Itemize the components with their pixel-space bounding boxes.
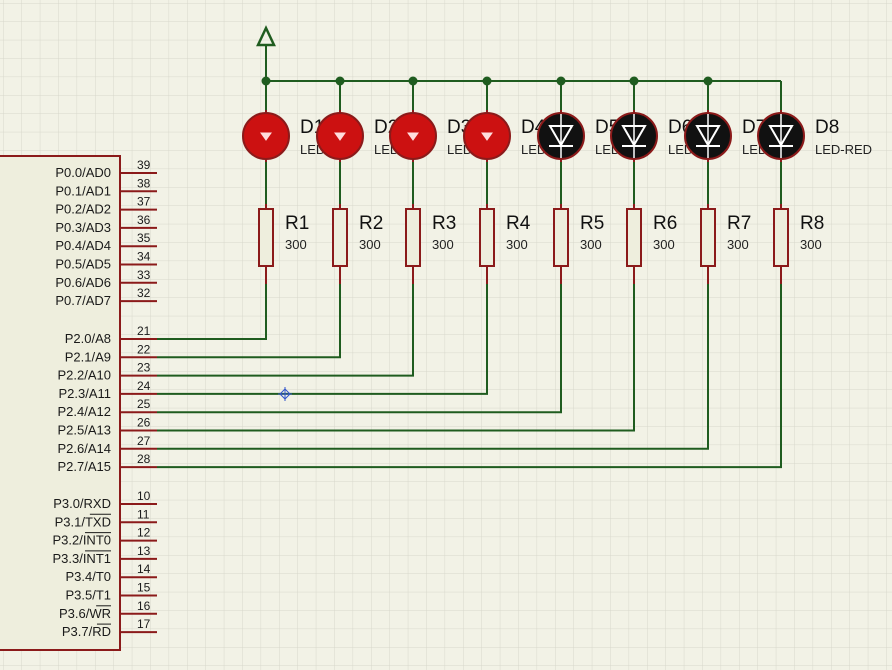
- pin-name: P0.7/AD7: [55, 293, 111, 308]
- pin-name: P3.1/TXD: [55, 514, 111, 529]
- pin-name: P2.0/A8: [65, 331, 111, 346]
- pin-name: P3.4/T0: [65, 569, 111, 584]
- resistor-body: [700, 208, 716, 267]
- pin-name: P2.5/A13: [58, 423, 112, 438]
- resistor-ref: R6: [653, 213, 677, 234]
- resistor-body: [332, 208, 348, 267]
- pin-name: P3.3/INT1: [52, 551, 111, 566]
- led-value: LED-RED: [815, 142, 872, 157]
- pin-name: P2.4/A12: [58, 404, 112, 419]
- resistor-ref: R8: [800, 213, 824, 234]
- pin-number: 35: [137, 231, 151, 245]
- pin-name: P0.3/AD3: [55, 220, 111, 235]
- resistor-value: 300: [359, 237, 381, 252]
- pin-name: P2.2/A10: [58, 368, 112, 383]
- resistor-ref: R5: [580, 213, 604, 234]
- pin-number: 39: [137, 158, 151, 172]
- pin-name: P2.7/A15: [58, 459, 112, 474]
- resistor-body: [405, 208, 421, 267]
- resistor-body: [773, 208, 789, 267]
- pin-number: 37: [137, 195, 151, 209]
- pin-number: 15: [137, 581, 151, 595]
- pin-number: 36: [137, 213, 151, 227]
- pin-number: 12: [137, 526, 151, 540]
- pin-number: 11: [137, 507, 150, 521]
- pin-name: P0.5/AD5: [55, 257, 111, 272]
- pin-number: 14: [137, 562, 151, 576]
- pin-number: 26: [137, 416, 151, 430]
- resistor-value: 300: [506, 237, 528, 252]
- pin-name: P0.0/AD0: [55, 165, 111, 180]
- led-ref: D8: [815, 117, 839, 138]
- pin-name: P0.4/AD4: [55, 238, 111, 253]
- pin-number: 22: [137, 342, 151, 356]
- pin-name: P2.3/A11: [58, 386, 111, 401]
- resistor-value: 300: [285, 237, 307, 252]
- pin-number: 16: [137, 599, 151, 613]
- pin-name: P0.6/AD6: [55, 275, 111, 290]
- pin-number: 13: [137, 544, 151, 558]
- pin-number: 10: [137, 489, 151, 503]
- resistor-value: 300: [432, 237, 454, 252]
- pin-name: P2.1/A9: [65, 349, 111, 364]
- pin-number: 32: [137, 286, 151, 300]
- pin-name: P3.7/RD: [62, 624, 111, 639]
- resistor-body: [258, 208, 274, 267]
- pin-name: P0.2/AD2: [55, 202, 111, 217]
- resistor-body: [553, 208, 569, 267]
- resistor-value: 300: [580, 237, 602, 252]
- pin-number: 21: [137, 324, 151, 338]
- pin-number: 27: [137, 434, 151, 448]
- resistor-value: 300: [727, 237, 749, 252]
- pin-number: 23: [137, 361, 151, 375]
- pin-name: P3.0/RXD: [53, 496, 111, 511]
- pin-number: 28: [137, 452, 151, 466]
- resistor-ref: R3: [432, 213, 456, 234]
- resistor-ref: R7: [727, 213, 751, 234]
- pin-name: P3.2/INT0: [52, 533, 111, 548]
- grid-lines: [0, 0, 892, 670]
- pin-name: P3.5/T1: [65, 588, 111, 603]
- resistor-ref: R1: [285, 213, 309, 234]
- resistor-body: [626, 208, 642, 267]
- pin-number: 34: [137, 250, 151, 264]
- pin-number: 33: [137, 268, 151, 282]
- pin-number: 17: [137, 617, 151, 631]
- resistor-body: [479, 208, 495, 267]
- resistor-value: 300: [800, 237, 822, 252]
- resistor-ref: R2: [359, 213, 383, 234]
- pin-number: 38: [137, 176, 151, 190]
- resistor-ref: R4: [506, 213, 531, 234]
- schematic-canvas[interactable]: P0.0/AD0 39 P0.1/AD1 38 P0.2/AD2 37 P0.3/AD3 36…: [0, 0, 892, 670]
- pin-name: P3.6/WR: [59, 606, 111, 621]
- pin-number: 24: [137, 379, 151, 393]
- pin-name: P2.6/A14: [58, 441, 112, 456]
- pin-number: 25: [137, 397, 151, 411]
- pin-name: P0.1/AD1: [55, 183, 111, 198]
- resistor-value: 300: [653, 237, 675, 252]
